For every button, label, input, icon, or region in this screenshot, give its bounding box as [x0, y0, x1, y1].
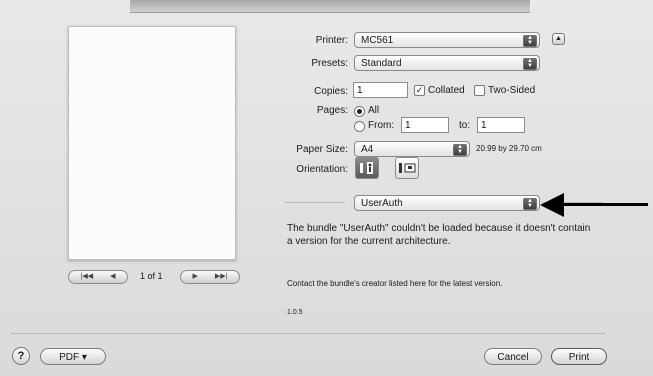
help-button[interactable]: ?: [12, 347, 30, 365]
cancel-button[interactable]: Cancel: [484, 348, 542, 365]
paper-size-label: Paper Size:: [296, 144, 348, 155]
footer-divider: [10, 333, 606, 334]
collated-label: Collated: [428, 85, 465, 96]
portrait-icon: [360, 162, 373, 174]
last-page-icon[interactable]: ▶▶|: [215, 271, 228, 283]
annotation-arrow-icon: [540, 193, 564, 217]
page-preview: [68, 26, 236, 260]
print-button[interactable]: Print: [551, 348, 607, 365]
pages-to-field[interactable]: 1: [477, 117, 525, 133]
two-sided-checkbox[interactable]: [474, 85, 485, 96]
copies-field[interactable]: 1: [353, 82, 408, 98]
popup-arrows-icon: ▲ ▼: [523, 198, 537, 210]
previous-page-icon[interactable]: ◀: [110, 271, 115, 283]
paper-size-value: A4: [361, 144, 374, 155]
pane-divider-left: [285, 202, 345, 203]
pages-from-radio[interactable]: [354, 121, 365, 132]
copies-label: Copies:: [314, 86, 348, 97]
contact-message: Contact the bundle's creator listed here…: [287, 279, 503, 288]
paper-dimensions: 20.99 by 29.70 cm: [476, 144, 542, 153]
collapse-triangle-icon: ▲: [555, 35, 562, 42]
presets-value: Standard: [361, 58, 402, 69]
printer-value: MC561: [361, 35, 394, 46]
pages-all-radio[interactable]: [354, 106, 365, 117]
presets-label: Presets:: [311, 58, 348, 69]
popup-arrows-icon: ▲ ▼: [523, 35, 537, 47]
pages-label: Pages:: [316, 105, 348, 116]
pdf-button[interactable]: PDF ▾: [40, 348, 106, 365]
first-prev-page-buttons[interactable]: |◀◀ ◀: [68, 270, 128, 284]
landscape-icon: [399, 163, 416, 173]
page-indicator: 1 of 1: [140, 271, 163, 281]
bundle-error-message: The bundle "UserAuth" couldn't be loaded…: [287, 223, 591, 247]
collated-checkbox[interactable]: ✓: [414, 85, 425, 96]
pane-selector-value: UserAuth: [361, 198, 403, 209]
two-sided-label: Two-Sided: [488, 85, 536, 96]
annotation-arrow-shaft: [560, 203, 648, 206]
bundle-version: 1.0.5: [287, 309, 303, 316]
popup-arrows-icon: ▲ ▼: [453, 144, 467, 156]
pages-all-label: All: [368, 105, 380, 116]
orientation-label: Orientation:: [296, 164, 348, 175]
pages-to-label: to:: [459, 120, 471, 131]
next-page-icon[interactable]: ▶: [193, 271, 198, 283]
disclosure-button[interactable]: ▲: [552, 33, 565, 45]
printer-popup[interactable]: MC561 ▲ ▼: [354, 32, 540, 48]
popup-arrows-icon: ▲ ▼: [523, 58, 537, 70]
print-dialog: |◀◀ ◀ 1 of 1 ▶ ▶▶| Printer: MC561 ▲ ▼ ▲ P…: [0, 0, 653, 376]
portrait-button[interactable]: [355, 157, 379, 179]
landscape-button[interactable]: [395, 157, 419, 179]
first-page-icon[interactable]: |◀◀: [81, 271, 94, 283]
pane-selector-popup[interactable]: UserAuth ▲ ▼: [354, 195, 540, 211]
presets-popup[interactable]: Standard ▲ ▼: [354, 55, 540, 71]
window-toolbar-strip: [130, 0, 530, 13]
paper-size-popup[interactable]: A4 ▲ ▼: [354, 141, 470, 157]
next-last-page-buttons[interactable]: ▶ ▶▶|: [180, 270, 240, 284]
pages-from-field[interactable]: 1: [401, 117, 449, 133]
printer-label: Printer:: [315, 35, 348, 46]
pages-from-label: From:: [368, 120, 395, 131]
